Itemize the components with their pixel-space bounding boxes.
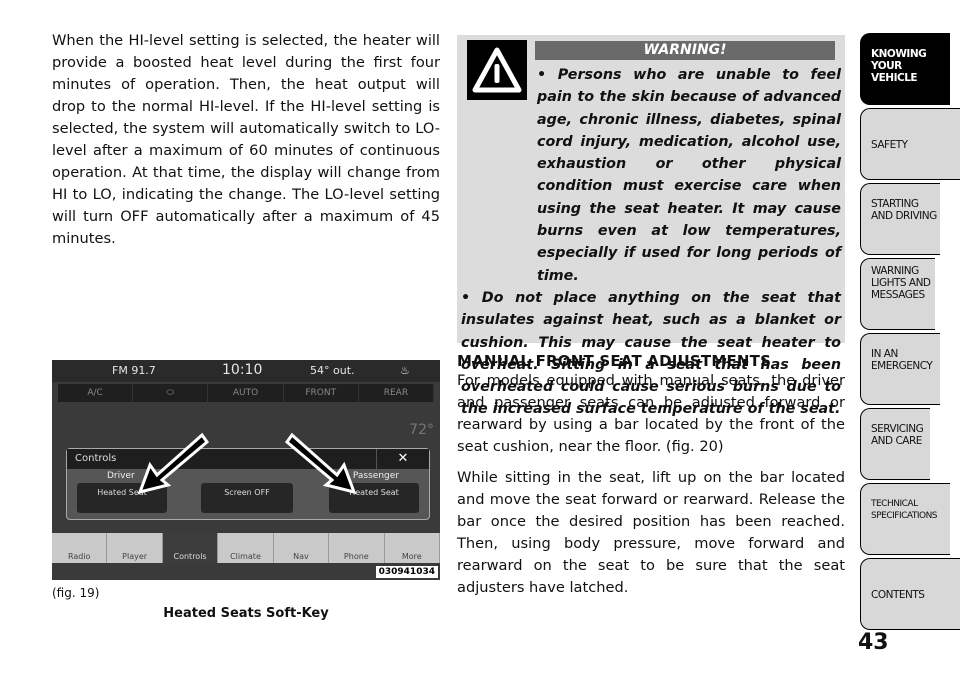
recirc-button[interactable]: ⬭ [133, 384, 209, 402]
auto-button[interactable]: AUTO [208, 384, 284, 402]
tab-in-an-emergency[interactable]: IN AN EMERGENCY [860, 333, 940, 405]
paragraph-2: While sitting in the seat, lift up on th… [457, 469, 845, 596]
dock-radio[interactable]: Radio [52, 533, 108, 563]
page-number: 43 [858, 630, 889, 655]
warning-bullet-1: • Persons who are unable to feel pain to… [537, 67, 841, 284]
driver-label: Driver [107, 471, 135, 481]
ac-button[interactable]: A/C [58, 384, 134, 402]
dock-phone[interactable]: Phone [329, 533, 385, 563]
arrow-passenger-icon [284, 432, 357, 495]
tab-contents[interactable]: CONTENTS [860, 558, 960, 630]
chapter-tabs: KNOWING YOUR VEHICLE SAFETY STARTING AND… [860, 33, 960, 633]
clock: 10:10 [222, 362, 263, 378]
hvac-row: A/C ⬭ AUTO FRONT REAR [58, 384, 435, 402]
arrow-driver-icon [137, 432, 210, 495]
section-heading: MANUAL FRONT SEAT ADJUSTMENTS [457, 352, 772, 370]
left-column: When the HI-level setting is selected, t… [52, 30, 440, 250]
tab-warning-lights[interactable]: WARNING LIGHTS AND MESSAGES [860, 258, 935, 330]
tab-safety[interactable]: SAFETY [860, 108, 960, 180]
screen-off-button[interactable]: Screen OFF [201, 483, 293, 513]
heated-seat-status-icon: ♨ [400, 364, 410, 377]
tab-starting-and-driving[interactable]: STARTING AND DRIVING [860, 183, 940, 255]
dock-more[interactable]: More [385, 533, 440, 563]
outside-temp: 54° out. [310, 364, 355, 377]
bottom-dock: Radio Player Controls Climate Nav Phone … [52, 533, 440, 563]
dock-climate[interactable]: Climate [218, 533, 274, 563]
dock-controls[interactable]: Controls [162, 533, 219, 563]
panel-title: Controls [75, 453, 117, 464]
figure-number: (fig. 19) [52, 586, 100, 600]
radio-station: FM 91.7 [112, 364, 156, 377]
temp-setpoint: 72° [409, 422, 434, 438]
heater-paragraph: When the HI-level setting is selected, t… [52, 32, 440, 247]
warning-title: WARNING! [535, 41, 835, 60]
figure-caption: Heated Seats Soft-Key [163, 606, 329, 621]
tab-knowing-your-vehicle[interactable]: KNOWING YOUR VEHICLE [860, 33, 950, 105]
tab-servicing-and-care[interactable]: SERVICING AND CARE [860, 408, 930, 480]
right-column: MANUAL FRONT SEAT ADJUSTMENTS For models… [457, 352, 845, 608]
paragraph-1: For models equipped with manual seats, t… [457, 372, 845, 455]
front-defrost-button[interactable]: FRONT [284, 384, 359, 402]
controls-panel: Controls ✕ Driver Passenger Heated Seat S… [66, 448, 430, 520]
dock-nav[interactable]: Nav [274, 533, 330, 563]
tab-technical-specifications[interactable]: TECHNICAL SPECIFICATIONS [860, 483, 950, 555]
warning-box: WARNING! • Persons who are unable to fee… [457, 35, 845, 417]
close-button[interactable]: ✕ [376, 449, 429, 469]
status-bar: FM 91.7 10:10 54° out. ♨ [52, 360, 440, 382]
dock-player[interactable]: Player [107, 533, 163, 563]
figure-screenshot: FM 91.7 10:10 54° out. ♨ A/C ⬭ AUTO FRON… [52, 360, 440, 580]
rear-defrost-button[interactable]: REAR [359, 384, 435, 402]
figure-code: 030941034 [375, 566, 438, 578]
